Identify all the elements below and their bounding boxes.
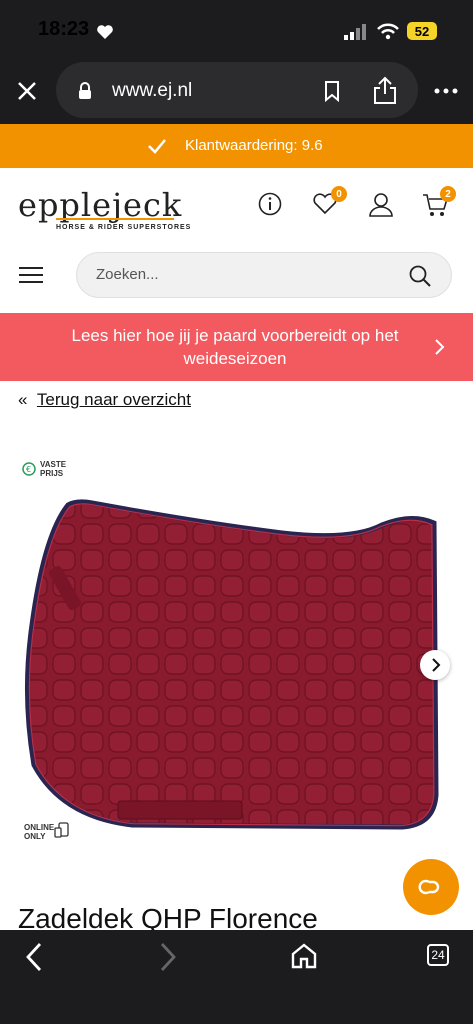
search-icon[interactable]	[408, 264, 432, 288]
chevron-right-icon	[432, 658, 441, 672]
cart-count-badge: 2	[440, 186, 456, 202]
fixed-price-line1: VASTE	[40, 460, 67, 469]
back-prefix: «	[18, 390, 28, 409]
back-arrow-icon[interactable]	[24, 942, 44, 972]
account-icon[interactable]	[368, 192, 394, 218]
fixed-price-badge: VASTE PRIJS	[40, 460, 66, 478]
check-icon	[148, 139, 166, 154]
battery-indicator: 52	[407, 22, 437, 40]
url-bar[interactable]	[56, 62, 418, 118]
home-icon[interactable]	[290, 942, 318, 970]
online-only-line2: ONLY	[24, 832, 46, 841]
chat-icon	[418, 879, 440, 895]
online-only-line1: ONLINE	[24, 823, 55, 832]
browser-bottom-bar	[0, 930, 473, 1024]
tabs-button[interactable]: 24	[427, 944, 449, 966]
more-icon[interactable]	[434, 88, 458, 94]
share-icon[interactable]	[372, 76, 398, 106]
svg-text:€: €	[26, 465, 31, 474]
logo-tagline: HORSE & RIDER SUPERSTORES	[56, 224, 192, 231]
euro-icon: €	[22, 462, 36, 476]
heart-icon	[97, 25, 113, 39]
info-icon[interactable]	[258, 192, 282, 216]
product-image[interactable]	[22, 495, 442, 831]
back-to-overview-link[interactable]: « Terug naar overzicht	[18, 390, 191, 410]
close-icon[interactable]	[16, 80, 38, 102]
bookmark-icon[interactable]	[322, 80, 342, 102]
online-only-badge: ONLINE ONLY	[24, 823, 54, 841]
wifi-icon	[377, 23, 399, 40]
wishlist-count-badge: 0	[331, 186, 347, 202]
menu-icon[interactable]	[18, 266, 44, 284]
rating-text: Klantwaardering: 9.6	[185, 137, 323, 154]
logo-underline	[56, 218, 174, 220]
lock-icon	[79, 82, 91, 99]
search-input[interactable]: Zoeken...	[96, 266, 159, 283]
chevron-right-icon	[435, 339, 445, 355]
fixed-price-line2: PRIJS	[40, 469, 64, 478]
status-time: 18:23	[38, 18, 90, 40]
back-link-label[interactable]: Terug naar overzicht	[37, 390, 191, 409]
url-text[interactable]: www.ej.nl	[112, 80, 192, 102]
forward-arrow-icon[interactable]	[158, 942, 178, 972]
promo-text[interactable]: Lees hier hoe jij je paard voorbereidt o…	[40, 324, 430, 370]
signal-icon	[344, 24, 366, 40]
devices-icon	[54, 822, 69, 838]
